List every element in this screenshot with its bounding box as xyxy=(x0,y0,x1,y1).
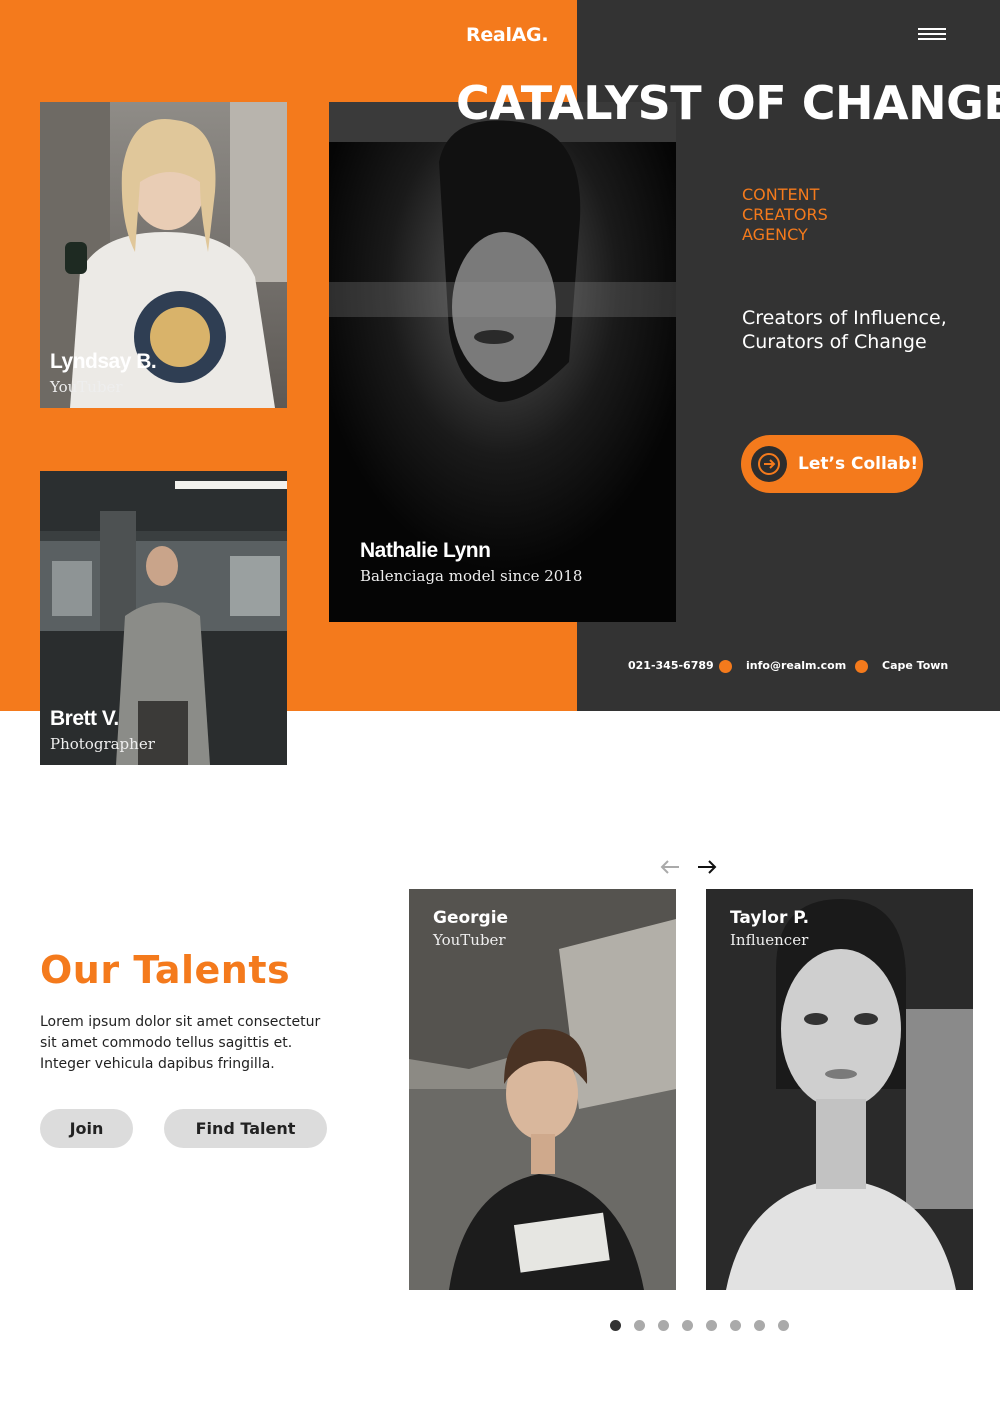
pagination-dot[interactable] xyxy=(610,1320,621,1331)
pagination-dot[interactable] xyxy=(706,1320,717,1331)
card-role: Balenciaga model since 2018 xyxy=(360,567,583,585)
card-name: Lyndsay B. xyxy=(50,350,157,373)
brand-logo[interactable]: RealAG. xyxy=(466,24,549,46)
pagination-dot[interactable] xyxy=(730,1320,741,1331)
card-name: Brett V. xyxy=(50,707,119,730)
tagline-line: AGENCY xyxy=(742,225,808,244)
talent-card-brett[interactable]: Brett V. Photographer xyxy=(40,471,287,765)
talent-card-taylor[interactable]: Taylor P. Influencer xyxy=(706,889,973,1290)
tagline-line: CONTENT xyxy=(742,185,820,204)
separator-dot xyxy=(719,660,732,673)
talent-card-lyndsay[interactable]: Lyndsay B. YouTuber xyxy=(40,102,287,408)
card-role: YouTuber xyxy=(433,931,506,949)
pagination-dot[interactable] xyxy=(682,1320,693,1331)
hero-tagline: CONTENT CREATORS AGENCY xyxy=(742,185,942,245)
talents-description: Lorem ipsum dolor sit amet consectetur s… xyxy=(40,1014,321,1072)
photo-taylor xyxy=(706,889,973,1290)
contact-city: Cape Town xyxy=(882,659,949,672)
arrow-left-icon[interactable] xyxy=(658,855,682,879)
card-name: Taylor P. xyxy=(730,908,810,928)
arrow-right-icon xyxy=(751,446,787,482)
card-role: YouTuber xyxy=(50,378,123,396)
talent-card-nathalie[interactable]: Nathalie Lynn Balenciaga model since 201… xyxy=(329,102,676,622)
card-role: Photographer xyxy=(50,735,155,753)
pagination-dot[interactable] xyxy=(778,1320,789,1331)
hero-subline: Creators of Influence, Curators of Chang… xyxy=(742,307,947,353)
lets-collab-button[interactable]: Let’s Collab! xyxy=(741,435,923,493)
card-name: Georgie xyxy=(433,908,509,928)
arrow-right-icon[interactable] xyxy=(695,855,719,879)
talent-card-georgie[interactable]: Georgie YouTuber xyxy=(409,889,676,1290)
carousel-pagination xyxy=(610,1320,789,1331)
pagination-dot[interactable] xyxy=(658,1320,669,1331)
pagination-dot[interactable] xyxy=(754,1320,765,1331)
hamburger-menu-icon[interactable] xyxy=(918,28,946,42)
hero-headline: CATALYST OF CHANGE xyxy=(456,76,1000,130)
talents-title: Our Talents xyxy=(40,948,291,992)
collab-label: Let’s Collab! xyxy=(798,454,919,474)
contact-email[interactable]: info@realm.com xyxy=(746,659,846,672)
tagline-line: CREATORS xyxy=(742,205,828,224)
pagination-dot[interactable] xyxy=(634,1320,645,1331)
photo-georgie xyxy=(409,889,676,1290)
card-role: Influencer xyxy=(730,931,809,949)
card-name: Nathalie Lynn xyxy=(360,539,491,562)
find-talent-button[interactable]: Find Talent xyxy=(164,1109,327,1148)
contact-phone[interactable]: 021-345-6789 xyxy=(628,659,714,672)
join-button[interactable]: Join xyxy=(40,1109,133,1148)
separator-dot xyxy=(855,660,868,673)
